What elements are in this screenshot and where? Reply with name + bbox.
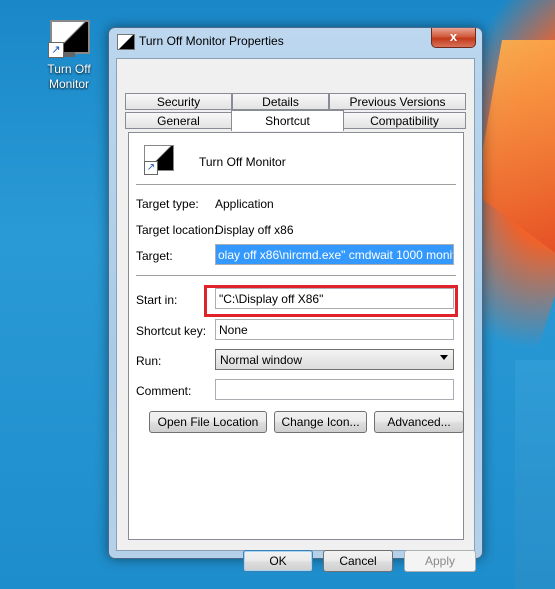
start-in-label: Start in: xyxy=(136,293,178,307)
shortcut-key-label: Shortcut key: xyxy=(136,324,207,338)
run-label: Run: xyxy=(136,354,162,368)
tab-previous-versions[interactable]: Previous Versions xyxy=(329,93,466,110)
comment-input[interactable] xyxy=(215,379,454,400)
change-icon-button[interactable]: Change Icon... xyxy=(274,411,367,433)
properties-window: Turn Off Monitor Properties x Security D… xyxy=(108,27,483,572)
comment-label: Comment: xyxy=(136,384,192,398)
desktop-icon-label-line1: Turn Off xyxy=(47,62,91,76)
shortcut-name: Turn Off Monitor xyxy=(199,155,286,169)
close-icon: x xyxy=(449,29,458,44)
separator-2 xyxy=(136,275,456,277)
target-label: Target: xyxy=(136,249,173,263)
monitor-icon: ↗ xyxy=(46,18,92,58)
tab-compatibility[interactable]: Compatibility xyxy=(343,112,466,129)
apply-button[interactable]: Apply xyxy=(404,550,476,572)
tab-security[interactable]: Security xyxy=(125,93,232,110)
tab-details[interactable]: Details xyxy=(232,93,329,110)
chevron-down-icon xyxy=(440,355,448,360)
start-in-input[interactable]: "C:\Display off X86" xyxy=(215,288,454,309)
desktop-icon-turn-off-monitor[interactable]: ↗ Turn Off Monitor xyxy=(36,18,102,92)
tab-general[interactable]: General xyxy=(125,112,232,129)
run-dropdown-value: Normal window xyxy=(220,353,303,367)
open-file-location-button[interactable]: Open File Location xyxy=(149,411,267,433)
title-bar[interactable]: Turn Off Monitor Properties x xyxy=(109,28,482,56)
close-button[interactable]: x xyxy=(431,28,476,48)
window-monitor-icon xyxy=(117,34,135,50)
desktop-icon-label: Turn Off Monitor xyxy=(36,62,102,92)
tab-shortcut[interactable]: Shortcut xyxy=(231,110,344,131)
shortcut-overlay-arrow-icon: ↗ xyxy=(144,161,158,175)
target-type-value: Application xyxy=(215,197,274,211)
target-input[interactable]: olay off x86\nircmd.exe" cmdwait 1000 mo… xyxy=(215,244,454,265)
target-input-text: olay off x86\nircmd.exe" cmdwait 1000 mo… xyxy=(216,245,453,264)
shortcut-monitor-icon: ↗ xyxy=(144,145,174,175)
ok-button[interactable]: OK xyxy=(243,550,313,572)
separator-1 xyxy=(136,184,456,186)
target-location-value: Display off x86 xyxy=(215,223,294,237)
desktop-wallpaper-edge xyxy=(515,360,555,589)
shortcut-arrow-icon: ↗ xyxy=(48,42,64,58)
dialog-client: Security Details Previous Versions Gener… xyxy=(116,58,476,572)
run-dropdown[interactable]: Normal window xyxy=(215,349,454,370)
cancel-button[interactable]: Cancel xyxy=(323,550,393,572)
shortcut-key-input[interactable]: None xyxy=(215,319,454,340)
advanced-button[interactable]: Advanced... xyxy=(374,411,464,433)
shortcut-tab-panel: ↗ Turn Off Monitor Target type: Applicat… xyxy=(128,132,464,540)
desktop-icon-label-line2: Monitor xyxy=(48,77,89,91)
target-location-label: Target location: xyxy=(136,223,218,237)
target-type-label: Target type: xyxy=(136,197,199,211)
window-title: Turn Off Monitor Properties xyxy=(139,34,284,48)
